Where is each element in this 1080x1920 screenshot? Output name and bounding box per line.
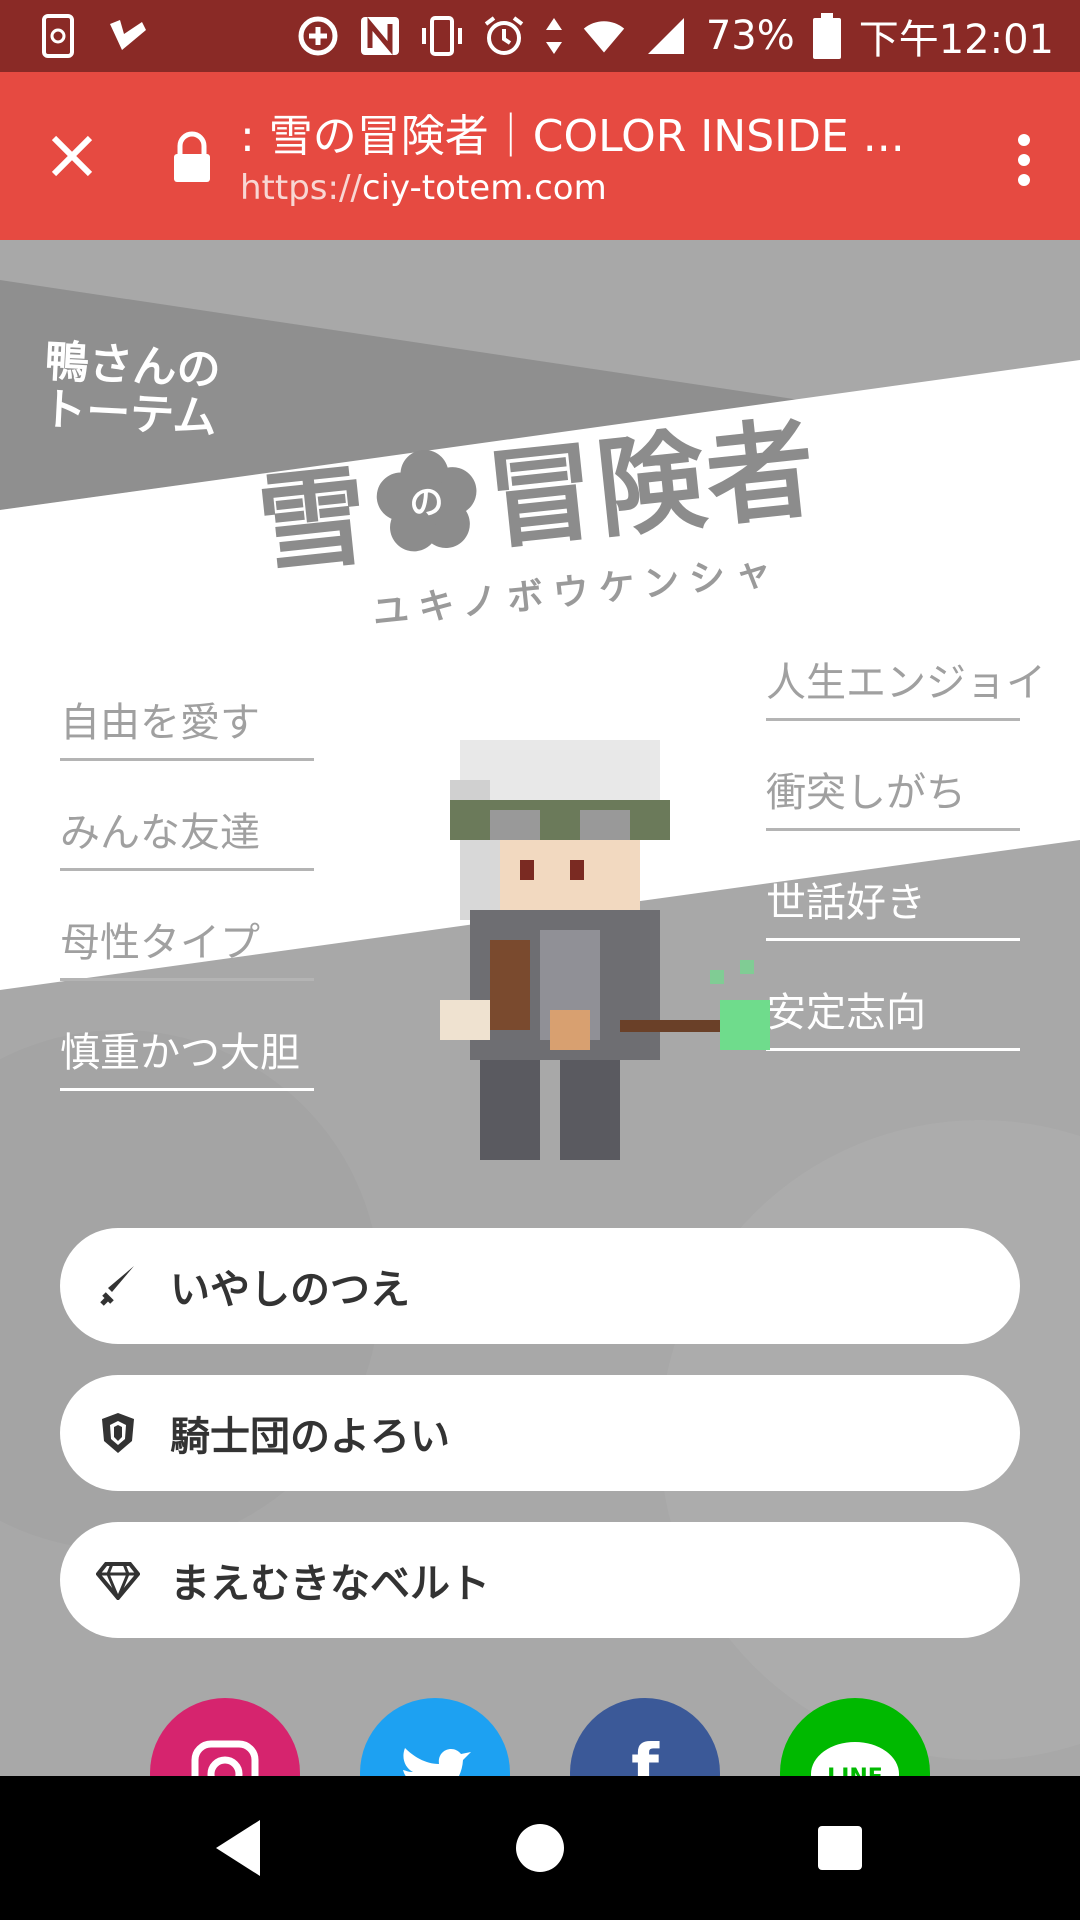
diamond-icon bbox=[96, 1558, 140, 1602]
vibrate-icon bbox=[420, 14, 464, 58]
trait-left-1: 自由を愛す bbox=[60, 690, 314, 761]
item-button-3[interactable]: まえむきなベルト bbox=[60, 1522, 1020, 1638]
flower-icon: の bbox=[368, 440, 487, 559]
item-button-2[interactable]: 騎士団のよろい bbox=[60, 1375, 1020, 1491]
sword-icon bbox=[96, 1264, 140, 1308]
lock-icon[interactable] bbox=[172, 130, 212, 186]
trait-right-1: 人生エンジョイ bbox=[766, 650, 1046, 721]
page-title[interactable]: : 雪の冒険者｜COLOR INSIDE ... bbox=[240, 100, 920, 164]
url-scheme: https:// bbox=[240, 168, 362, 208]
nfc-icon bbox=[358, 14, 402, 58]
item-button-1[interactable]: いやしのつえ bbox=[60, 1228, 1020, 1344]
url[interactable]: https://ciy-totem.com bbox=[240, 168, 607, 208]
battery-icon bbox=[812, 13, 841, 59]
item-label-3: まえむきなベルト bbox=[170, 1561, 490, 1607]
url-domain: ciy-totem.com bbox=[361, 168, 607, 208]
clock: 下午12:01 bbox=[858, 17, 1054, 63]
more-vert-icon[interactable] bbox=[1004, 130, 1044, 190]
data-arrows-icon bbox=[544, 14, 564, 58]
recents-icon[interactable] bbox=[804, 1812, 876, 1884]
home-icon[interactable] bbox=[504, 1812, 576, 1884]
wifi-icon bbox=[582, 14, 626, 58]
check-icon bbox=[106, 14, 150, 58]
signal-icon bbox=[644, 14, 688, 58]
trait-left-2: みんな友達 bbox=[60, 800, 314, 871]
instagram-icon bbox=[191, 1740, 259, 1776]
status-bar: 73% 下午12:01 bbox=[0, 0, 1080, 72]
trait-left-4: 慎重かつ大胆 bbox=[60, 1020, 314, 1091]
line-icon: LINE bbox=[811, 1742, 899, 1776]
back-icon[interactable] bbox=[204, 1812, 276, 1884]
screenshot-icon bbox=[36, 14, 80, 58]
title-part1: 雪 bbox=[252, 453, 376, 590]
trait-left-3: 母性タイプ bbox=[60, 910, 314, 981]
character-sprite bbox=[440, 740, 770, 1160]
browser-toolbar: : 雪の冒険者｜COLOR INSIDE ... https://ciy-tot… bbox=[0, 72, 1080, 240]
twitter-icon bbox=[403, 1748, 471, 1776]
navigation-bar bbox=[0, 1776, 1080, 1920]
flower-text: の bbox=[408, 481, 448, 525]
alarm-icon bbox=[482, 14, 526, 58]
data-saver-icon bbox=[296, 14, 340, 58]
item-label-1: いやしのつえ bbox=[170, 1267, 410, 1313]
close-icon[interactable] bbox=[40, 124, 104, 188]
item-label-2: 騎士団のよろい bbox=[170, 1414, 450, 1460]
shield-icon bbox=[96, 1411, 140, 1455]
owner-label-line2: トーテム bbox=[40, 384, 219, 445]
line-text: LINE bbox=[827, 1765, 883, 1776]
owner-label: 鴨さんの トーテム bbox=[40, 336, 222, 445]
battery-percent: 73% bbox=[705, 13, 795, 59]
facebook-icon: f bbox=[631, 1732, 659, 1776]
web-page: 鴨さんの トーテム 雪 の 冒険者 ユキノボウケンシャ 自由を愛す みんな友達 … bbox=[0, 240, 1080, 1776]
